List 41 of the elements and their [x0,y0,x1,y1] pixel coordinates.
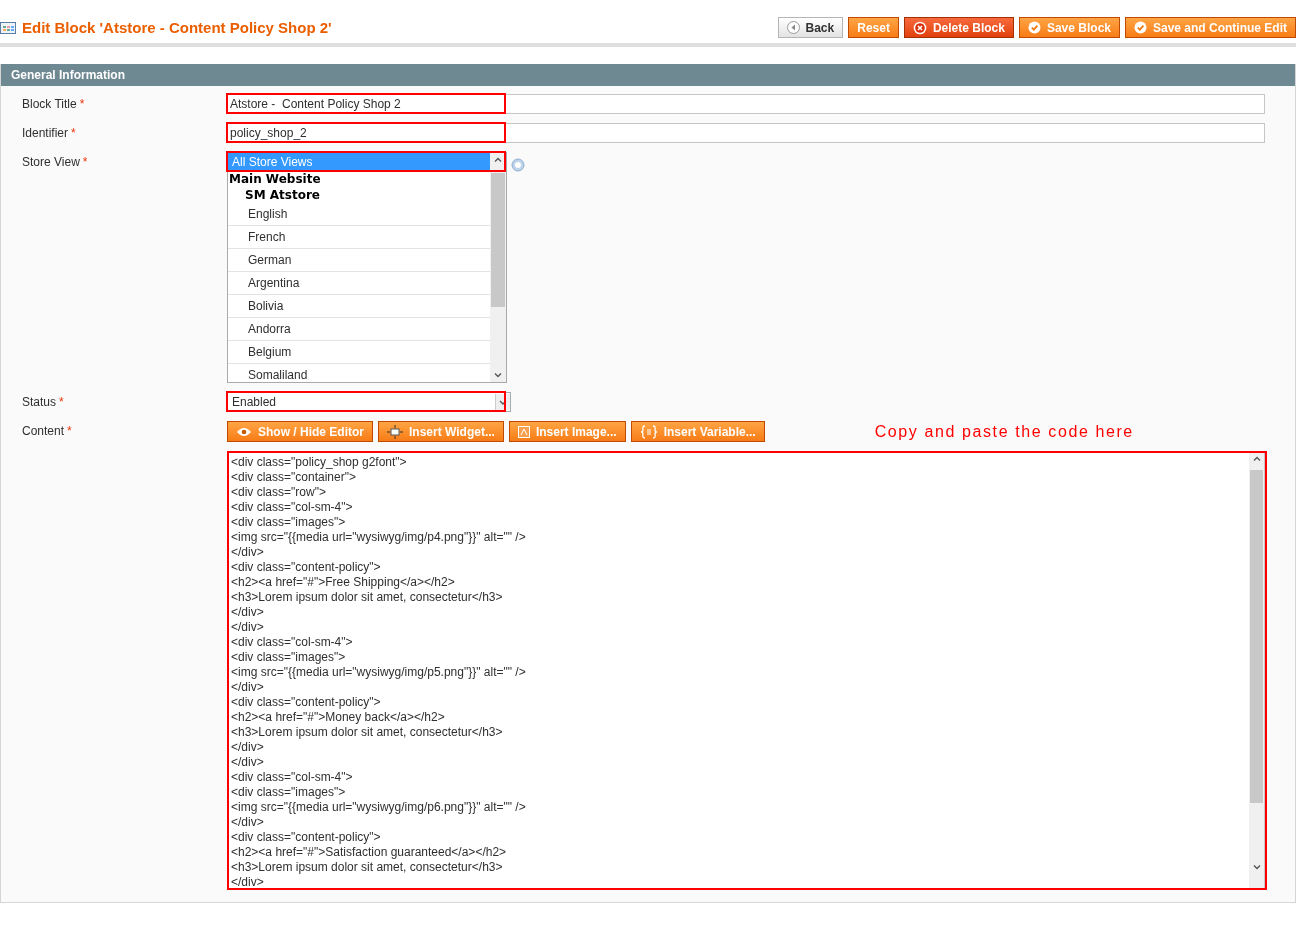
field-label: Identifier [22,126,69,140]
field-label: Content [22,424,65,438]
section-header: General Information [1,64,1295,86]
store-view-option[interactable]: German [228,249,490,272]
eye-icon [236,426,252,437]
text-input[interactable]: Atstore - Content Policy Shop 2 [227,94,1265,114]
required-mark: * [82,155,88,169]
scroll-up-icon[interactable] [494,157,502,162]
checkmark-icon [1027,21,1041,34]
option-group-label: Main Website [228,171,322,187]
required-mark: * [59,395,64,409]
scrollbar-thumb[interactable] [1250,470,1263,803]
store-view-option[interactable]: French [228,226,490,249]
store-view-listbox[interactable]: All Store Views Main Website SM Atstore English French German Argentina Bolivia Andorra Belgium Somaliland [227,152,507,383]
scroll-up-icon[interactable] [1253,456,1261,461]
required-mark: * [71,126,76,140]
back-button[interactable]: Back [777,17,844,38]
scrollbar-thumb[interactable] [491,173,505,307]
page-title: Edit Block 'Atstore - Content Policy Shop 2' [22,19,332,36]
instruction-note: Copy and paste the code here [874,422,1134,441]
scroll-down-icon[interactable] [1253,865,1261,870]
store-view-option[interactable]: English [228,203,490,226]
text-input[interactable]: policy_shop_2 [227,123,1265,143]
required-mark: * [79,97,85,111]
braces-icon [639,424,658,439]
field-label: Store View [22,155,80,169]
field-label: Block Title [22,97,77,111]
checkmark-icon [1134,21,1147,34]
store-view-option[interactable]: Argentina [228,272,490,295]
field-label: Status [22,395,57,409]
store-view-option[interactable]: Bolivia [228,295,490,318]
widget-icon [387,424,403,439]
store-view-option[interactable]: Belgium [228,341,490,364]
scroll-down-icon[interactable] [494,373,502,378]
grid-icon [0,21,16,34]
required-mark: * [67,424,72,438]
store-view-option[interactable]: Andorra [228,318,490,341]
delete-button[interactable]: Delete Block [903,17,1014,38]
image-icon [517,425,530,438]
option-group-label: SM Atstore [244,187,321,203]
delete-icon [912,20,927,35]
